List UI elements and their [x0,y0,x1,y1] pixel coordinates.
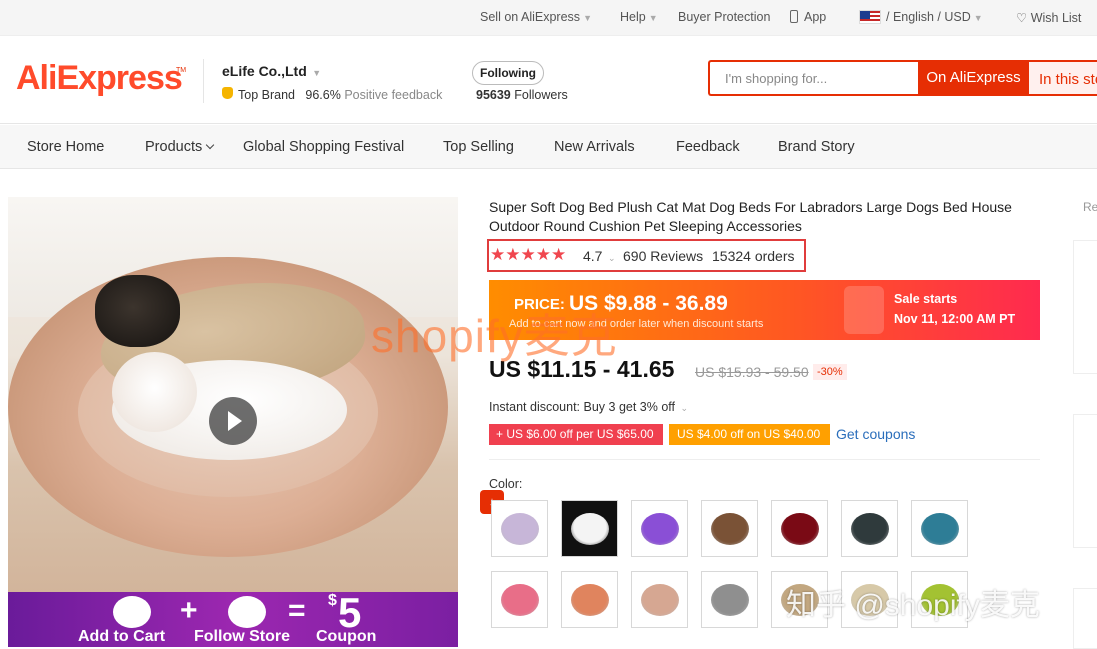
following-button[interactable]: Following [472,61,544,85]
app-link[interactable]: App [790,10,826,24]
color-swatch[interactable] [491,500,548,557]
wish-list-link[interactable]: ♡ Wish List [1016,10,1081,25]
top-utility-bar: Sell on AliExpress ▼ Help ▼ Buyer Protecti… [0,0,1097,36]
nav-top-selling[interactable]: Top Selling [443,139,514,155]
swatch-color-disc [781,513,819,545]
color-swatch[interactable] [841,500,898,557]
section-divider [489,459,1040,460]
sell-on-aliexpress-link[interactable]: Sell on AliExpress ▼ [480,10,592,24]
swatch-color-disc [641,513,679,545]
watermark-overlay: shopify麦克 [371,310,618,362]
product-title: Super Soft Dog Bed Plush Cat Mat Dog Bed… [489,199,1012,234]
promo-coupon: Coupon [316,628,377,645]
recommendation-card[interactable] [1073,588,1097,649]
color-swatch[interactable] [701,571,758,628]
followers-count: 95639 Followers [476,88,568,102]
help-link[interactable]: Help ▼ [620,10,658,24]
equals-symbol: = [288,594,306,627]
recommendation-card[interactable] [1073,414,1097,548]
swatch-color-disc [711,584,749,616]
nav-products[interactable]: Products [145,139,215,155]
pug-face [95,275,180,347]
store-nav: Store Home Products Global Shopping Fest… [0,125,1097,169]
color-swatch[interactable] [911,500,968,557]
nav-feedback[interactable]: Feedback [676,139,740,155]
cat-head [112,352,197,432]
language-currency-selector[interactable]: / English / USD ▼ [859,10,983,24]
nav-new-arrivals[interactable]: New Arrivals [554,139,635,155]
swatch-color-disc [851,513,889,545]
plus-symbol: + [180,594,198,627]
swatch-color-disc [571,584,609,616]
buyer-protection-link[interactable]: Buyer Protection [678,10,770,24]
chevron-down-icon: ▼ [973,13,983,23]
color-swatch[interactable] [771,500,828,557]
chevron-down-icon [205,140,215,150]
sale-starts-date: Nov 11, 12:00 AM PT [894,312,1016,326]
store-name[interactable]: eLife Co.,Ltd ▼ [222,63,321,79]
color-swatch[interactable] [631,500,688,557]
promo-add-to-cart: Add to Cart [78,628,166,645]
recommendation-card[interactable] [1073,240,1097,374]
orders-count: 15324 orders [712,248,795,264]
promo-follow-store: Follow Store [194,628,290,645]
watermark-signature: 知乎 @shopify麦克 [786,589,1040,622]
discount-badge: -30% [813,364,847,380]
swatch-color-disc [711,513,749,545]
phone-icon [790,10,798,23]
nav-global-shopping-festival[interactable]: Global Shopping Festival [243,139,404,155]
nav-brand-story[interactable]: Brand Story [778,139,855,155]
swatch-color-disc [501,513,539,545]
play-video-icon[interactable] [209,397,257,445]
dollar-symbol: $ [328,592,337,609]
sale-starts-label: Sale starts [894,292,958,306]
store-badge-line: Top Brand 96.6% Positive feedback [238,88,443,102]
aliexpress-logo[interactable]: AliExpress [16,59,183,98]
color-label: Color: [489,477,523,491]
swatch-color-disc [571,513,609,545]
swatch-color-disc [921,513,959,545]
header-divider [203,59,204,103]
swatch-color-disc [501,584,539,616]
color-swatch[interactable] [561,571,618,628]
color-swatch[interactable] [701,500,758,557]
search-input[interactable]: I'm shopping for... [708,60,920,96]
us-flag-icon [859,10,881,24]
rating-value[interactable]: 4.7 ⌄ [583,248,616,264]
color-swatch[interactable] [631,571,688,628]
original-price: US $15.93 - 59.50 [695,364,809,380]
chevron-down-icon: ⌄ [605,253,616,263]
trademark-mark: TM [176,67,187,74]
color-swatch[interactable] [561,500,618,557]
recommendations-label: Re [1083,200,1097,214]
search-store-button[interactable]: In this store [1029,60,1097,96]
get-coupons-link[interactable]: Get coupons [836,426,915,442]
chevron-down-icon: ▼ [583,13,592,23]
trophy-icon [222,87,233,99]
store-coupon-1[interactable]: + US $6.00 off per US $65.00 [489,424,663,445]
shopping-bag-icon [844,286,884,334]
color-swatch[interactable] [491,571,548,628]
chevron-down-icon: ⌄ [678,403,689,413]
nav-store-home[interactable]: Store Home [27,139,104,155]
instant-discount[interactable]: Instant discount: Buy 3 get 3% off ⌄ [489,400,688,414]
store-header: AliExpress TM eLife Co.,Ltd ▼ Top Brand … [0,37,1097,124]
chevron-down-icon: ▼ [309,68,322,78]
heart-icon: ♡ [1016,11,1028,25]
chevron-down-icon: ▼ [648,13,658,23]
star-rating-icon: ★★★★★ [490,245,567,264]
follow-heart-icon [228,596,266,628]
store-coupon-2[interactable]: US $4.00 off on US $40.00 [669,424,830,445]
swatch-color-disc [641,584,679,616]
reviews-count[interactable]: 690 Reviews [623,248,703,264]
promo-strip: + = $ 5 Add to Cart Follow Store Coupon [8,589,458,647]
search-aliexpress-button[interactable]: On AliExpress [918,60,1029,96]
cart-icon [113,596,151,628]
